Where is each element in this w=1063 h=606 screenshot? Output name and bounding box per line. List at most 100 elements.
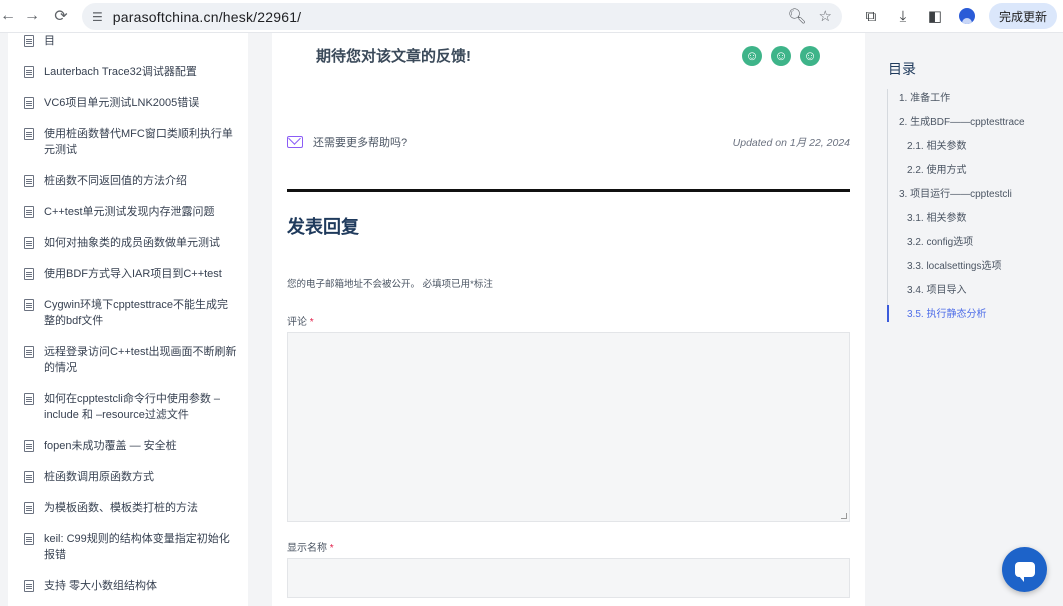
- sidebar-article-item[interactable]: 远程登录访问C++test出现画面不断刷新的情况: [24, 336, 238, 383]
- sidebar-article-label[interactable]: 桩函数调用原函数方式: [44, 469, 154, 485]
- section-divider: [287, 189, 850, 192]
- document-icon: [24, 128, 34, 140]
- document-icon: [24, 580, 34, 592]
- feedback-smileys: ☺ ☺ ☺: [742, 46, 820, 66]
- toc-item[interactable]: 3.4. 项目导入: [899, 281, 1025, 305]
- toc-item[interactable]: 3.5. 执行静态分析: [899, 305, 1025, 329]
- sidebar-article-label[interactable]: 远程登录访问C++test出现画面不断刷新的情况: [44, 344, 238, 376]
- required-mark: *: [309, 317, 314, 328]
- updated-date: Updated on 1月 22, 2024: [732, 137, 850, 149]
- document-icon: [24, 66, 34, 78]
- sidebar-article-label[interactable]: 使用BDF方式导入IAR项目到C++test: [44, 266, 222, 282]
- sidebar-article-label[interactable]: 支持 零大小数组结构体: [44, 578, 157, 594]
- download-icon[interactable]: ⤓: [893, 6, 913, 26]
- reply-title: 发表回复: [287, 217, 359, 237]
- email-notice: 您的电子邮箱地址不会被公开。 必填项已用*标注: [287, 279, 493, 290]
- sidebar-article-item[interactable]: 如何在cpptestcli命令行中使用参数 –include 和 –resour…: [24, 383, 238, 430]
- toc-rail: [887, 89, 888, 321]
- table-of-contents: 目录 1. 准备工作 2. 生成BDF——cpptesttrace 2.1. 相关参…: [866, 33, 1063, 606]
- sidebar-article-item[interactable]: 如何对抽象类的成员函数做单元测试: [24, 227, 238, 258]
- comment-label-text: 评论: [287, 317, 307, 328]
- help-text[interactable]: 还需要更多帮助吗?: [313, 134, 407, 150]
- toc-item[interactable]: 3. 项目运行——cpptestcli: [899, 185, 1025, 209]
- sidebar-article-label[interactable]: C++test单元测试发现内存泄露问题: [44, 204, 215, 220]
- browser-toolbar: ← → ⟳ ☰ parasoftchina.cn/hesk/22961/ 🔍︎ …: [0, 0, 1063, 33]
- extensions-icon[interactable]: ⧉: [861, 6, 881, 26]
- comment-label: 评论 *: [287, 313, 314, 328]
- bookmark-star-icon[interactable]: ☆: [819, 7, 832, 25]
- sidebar-article-item[interactable]: 使用桩函数替代MFC窗口类顺利执行单元测试: [24, 118, 238, 165]
- toc-item[interactable]: 3.1. 相关参数: [899, 209, 1025, 233]
- document-icon: [24, 237, 34, 249]
- sidebar-article-label[interactable]: 如何对抽象类的成员函数做单元测试: [44, 235, 220, 251]
- sidebar-article-item[interactable]: Cygwin环境下cpptesttrace不能生成完整的bdf文件: [24, 289, 238, 336]
- sidebar-article-label[interactable]: VC6项目单元测试LNK2005错误: [44, 95, 199, 111]
- document-icon: [24, 35, 34, 47]
- sidebar-article-label[interactable]: 为模板函数、模板类打桩的方法: [44, 500, 198, 516]
- article-main: 期待您对该文章的反馈! ☺ ☺ ☺ 还需要更多帮助吗? Updated on 1…: [272, 33, 865, 606]
- toc-item[interactable]: 1. 准备工作: [899, 89, 1025, 113]
- sidebar-article-item[interactable]: 为模板函数、模板类打桩的方法: [24, 492, 238, 523]
- sidebar-article-label[interactable]: 如何在cpptestcli命令行中使用参数 –include 和 –resour…: [44, 391, 238, 423]
- document-icon: [24, 440, 34, 452]
- document-icon: [24, 393, 34, 405]
- document-icon: [24, 268, 34, 280]
- site-settings-icon[interactable]: ☰: [92, 10, 103, 24]
- sidebar-article-item[interactable]: 使用BDF方式导入IAR项目到C++test: [24, 258, 238, 289]
- smiley-good-icon[interactable]: ☺: [742, 46, 762, 66]
- zoom-icon[interactable]: 🔍︎: [788, 7, 807, 25]
- toc-item[interactable]: 2.2. 使用方式: [899, 161, 1025, 185]
- sidebar-article-label[interactable]: 使用桩函数替代MFC窗口类顺利执行单元测试: [44, 126, 238, 158]
- avatar: [958, 8, 975, 24]
- name-label: 显示名称 *: [287, 539, 334, 554]
- update-button[interactable]: 完成更新: [988, 3, 1057, 29]
- toc-active-indicator: [887, 305, 889, 322]
- sidebar-article-label[interactable]: fopen未成功覆盖 — 安全桩: [44, 438, 177, 454]
- smiley-neutral-icon[interactable]: ☺: [771, 46, 791, 66]
- chat-icon: [1014, 562, 1035, 582]
- sidebar-article-label[interactable]: 桩函数不同返回值的方法介绍: [44, 173, 187, 189]
- related-articles-sidebar: 目 Lauterbach Trace32调试器配置 VC6项目单元测试LNK2005…: [8, 33, 248, 606]
- resize-handle[interactable]: [841, 513, 847, 519]
- document-icon: [24, 299, 34, 311]
- sidebar-article-label[interactable]: Cygwin环境下cpptesttrace不能生成完整的bdf文件: [44, 297, 238, 329]
- smiley-bad-icon[interactable]: ☺: [800, 46, 820, 66]
- required-mark: *: [329, 543, 334, 554]
- mail-icon: [287, 136, 303, 148]
- sidebar-article-item[interactable]: 桩函数不同返回值的方法介绍: [24, 165, 238, 196]
- sidebar-article-label[interactable]: keil: C99规则的结构体变量指定初始化报错: [44, 531, 238, 563]
- chat-button[interactable]: [1002, 547, 1047, 592]
- sidebar-article-item[interactable]: 支持 零大小数组结构体: [24, 570, 238, 601]
- display-name-input[interactable]: [287, 558, 850, 598]
- document-icon: [24, 471, 34, 483]
- document-icon: [24, 175, 34, 187]
- feedback-title: 期待您对该文章的反馈!: [316, 48, 471, 65]
- profile-icon[interactable]: [957, 6, 977, 26]
- toc-item[interactable]: 3.2. config选项: [899, 233, 1025, 257]
- reload-icon[interactable]: ⟳: [47, 2, 75, 30]
- document-icon: [24, 502, 34, 514]
- sidebar-article-item[interactable]: 桩函数调用原函数方式: [24, 461, 238, 492]
- document-icon: [24, 346, 34, 358]
- toc-title: 目录: [888, 61, 916, 77]
- sidepanel-icon[interactable]: ◧: [925, 6, 945, 26]
- sidebar-article-item[interactable]: 目: [24, 33, 238, 56]
- toc-item[interactable]: 2.1. 相关参数: [899, 137, 1025, 161]
- sidebar-article-label[interactable]: Lauterbach Trace32调试器配置: [44, 64, 197, 80]
- sidebar-article-item[interactable]: Lauterbach Trace32调试器配置: [24, 56, 238, 87]
- name-label-text: 显示名称: [287, 543, 327, 554]
- url-text[interactable]: parasoftchina.cn/hesk/22961/: [113, 9, 302, 25]
- forward-icon[interactable]: →: [18, 2, 46, 30]
- document-icon: [24, 206, 34, 218]
- comment-textarea[interactable]: [287, 332, 850, 522]
- document-icon: [24, 533, 34, 545]
- help-link[interactable]: 还需要更多帮助吗?: [287, 134, 407, 150]
- sidebar-article-item[interactable]: C++test单元测试发现内存泄露问题: [24, 196, 238, 227]
- sidebar-article-item[interactable]: VC6项目单元测试LNK2005错误: [24, 87, 238, 118]
- toc-item[interactable]: 2. 生成BDF——cpptesttrace: [899, 113, 1025, 137]
- sidebar-article-item[interactable]: keil: C99规则的结构体变量指定初始化报错: [24, 523, 238, 570]
- sidebar-article-item[interactable]: fopen未成功覆盖 — 安全桩: [24, 430, 238, 461]
- address-bar[interactable]: ☰ parasoftchina.cn/hesk/22961/ 🔍︎ ☆: [82, 3, 842, 30]
- toc-item[interactable]: 3.3. localsettings选项: [899, 257, 1025, 281]
- sidebar-article-label[interactable]: 目: [44, 33, 55, 49]
